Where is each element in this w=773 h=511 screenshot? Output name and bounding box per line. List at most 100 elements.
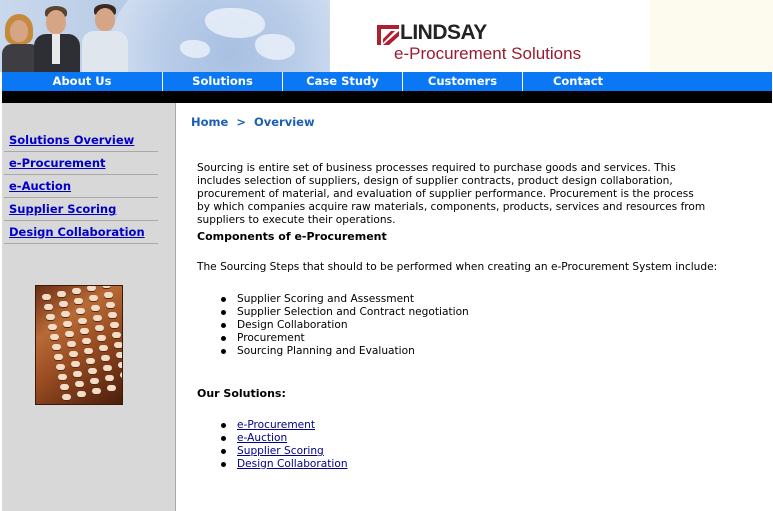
- sidebar-link-supplier-scoring[interactable]: Supplier Scoring: [9, 202, 116, 216]
- calculator-key: [52, 344, 61, 350]
- calculator-photo-icon: [35, 285, 123, 405]
- list-item: Supplier Selection and Contract negotiat…: [218, 306, 469, 319]
- list-item: Supplier Scoring: [218, 445, 348, 458]
- nav-customers[interactable]: Customers: [403, 72, 522, 91]
- calculator-key: [60, 384, 69, 390]
- calculator-key: [74, 298, 83, 304]
- calculator-key: [84, 348, 93, 354]
- sourcing-steps-list: Supplier Scoring and Assessment Supplier…: [218, 293, 469, 358]
- breadcrumb: Home > Overview: [191, 115, 315, 129]
- calculator-key: [61, 311, 70, 317]
- main-content: Home > Overview Sourcing is entire set o…: [176, 103, 772, 511]
- calculator-key: [90, 378, 99, 384]
- person-man-suit: [30, 0, 82, 72]
- calculator-key: [104, 292, 113, 298]
- list-item: Design Collaboration: [218, 458, 348, 471]
- header-banner-photo: [0, 0, 330, 72]
- calculator-key: [44, 304, 53, 310]
- calculator-key: [75, 381, 84, 387]
- sidebar-link-e-auction[interactable]: e-Auction: [9, 179, 71, 193]
- breadcrumb-current: Overview: [253, 115, 315, 129]
- calculator-key: [54, 354, 63, 360]
- calculator-key: [92, 388, 101, 394]
- calculator-key: [80, 328, 89, 334]
- sidebar-divider: [4, 174, 158, 175]
- calculator-key: [72, 288, 81, 294]
- top-nav: About Us Solutions Case Study Customers …: [2, 72, 772, 91]
- sidebar-divider: [4, 220, 158, 221]
- logo-area: LINDSAY e-Procurement Solutions: [330, 0, 650, 72]
- components-heading: Components of e-Procurement: [197, 230, 387, 243]
- calculator-key: [102, 286, 111, 288]
- calculator-key: [62, 394, 71, 400]
- calculator-key: [91, 305, 100, 311]
- calculator-key: [59, 301, 68, 307]
- calculator-key: [42, 294, 51, 300]
- solutions-list: e-Procurement e-Auction Supplier Scoring…: [218, 419, 348, 471]
- calculator-key: [63, 321, 72, 327]
- calculator-key: [107, 385, 116, 391]
- nav-contact[interactable]: Contact: [523, 72, 633, 91]
- solution-link-e-auction[interactable]: e-Auction: [237, 432, 287, 444]
- calculator-key: [87, 286, 96, 291]
- list-item: Sourcing Planning and Evaluation: [218, 345, 469, 358]
- calculator-key: [65, 331, 74, 337]
- calculator-key: [71, 361, 80, 367]
- calculator-key: [103, 365, 112, 371]
- calculator-key: [116, 352, 122, 358]
- solution-link-supplier-scoring[interactable]: Supplier Scoring: [237, 445, 324, 457]
- header-right-panel: [650, 0, 773, 72]
- nav-underline-bar: [2, 91, 772, 103]
- calculator-key: [105, 375, 114, 381]
- sidebar: Solutions Overview e-Procurement e-Aucti…: [2, 103, 176, 511]
- nav-about-us[interactable]: About Us: [2, 72, 162, 91]
- site-header: LINDSAY e-Procurement Solutions: [0, 0, 773, 72]
- calculator-key: [118, 362, 122, 368]
- intro-paragraph: Sourcing is entire set of business proce…: [197, 162, 706, 226]
- calculator-key: [112, 332, 121, 338]
- sidebar-divider: [4, 243, 158, 244]
- calculator-key: [122, 382, 123, 388]
- lindsay-logo-icon: [377, 25, 399, 45]
- list-item: e-Auction: [218, 432, 348, 445]
- calculator-key: [77, 391, 86, 397]
- calculator-key: [50, 334, 59, 340]
- sidebar-link-design-collaboration[interactable]: Design Collaboration: [9, 225, 145, 239]
- calculator-key: [99, 345, 108, 351]
- calculator-key: [120, 372, 122, 378]
- calculator-key: [114, 342, 122, 348]
- calculator-key: [69, 351, 78, 357]
- nav-case-study[interactable]: Case Study: [283, 72, 402, 91]
- list-item: Design Collaboration: [218, 319, 469, 332]
- calculator-key: [108, 312, 117, 318]
- calculator-key: [101, 355, 110, 361]
- sidebar-divider: [4, 197, 158, 198]
- sidebar-divider: [4, 151, 158, 152]
- calculator-key: [56, 364, 65, 370]
- sidebar-link-solutions-overview[interactable]: Solutions Overview: [9, 133, 134, 147]
- calculator-key: [76, 308, 85, 314]
- solution-link-design-collaboration[interactable]: Design Collaboration: [237, 458, 348, 470]
- calculator-key: [48, 324, 57, 330]
- nav-solutions[interactable]: Solutions: [163, 72, 282, 91]
- list-item: Supplier Scoring and Assessment: [218, 293, 469, 306]
- calculator-key: [88, 368, 97, 374]
- steps-intro-text: The Sourcing Steps that should to be per…: [197, 261, 718, 273]
- logo-name: LINDSAY: [400, 21, 487, 44]
- calculator-key: [78, 318, 87, 324]
- solution-link-e-procurement[interactable]: e-Procurement: [237, 419, 315, 431]
- calculator-key: [110, 322, 119, 328]
- calculator-key: [58, 374, 67, 380]
- list-item: Procurement: [218, 332, 469, 345]
- calculator-key: [57, 291, 66, 297]
- calculator-key: [97, 335, 106, 341]
- person-man-shirt: [78, 0, 130, 72]
- calculator-key: [89, 295, 98, 301]
- calculator-key: [73, 371, 82, 377]
- sidebar-link-e-procurement[interactable]: e-Procurement: [9, 156, 106, 170]
- breadcrumb-separator: >: [236, 115, 246, 129]
- logo-tagline: e-Procurement Solutions: [394, 44, 582, 63]
- breadcrumb-home-link[interactable]: Home: [191, 115, 228, 129]
- calculator-key: [106, 302, 115, 308]
- calculator-key: [95, 325, 104, 331]
